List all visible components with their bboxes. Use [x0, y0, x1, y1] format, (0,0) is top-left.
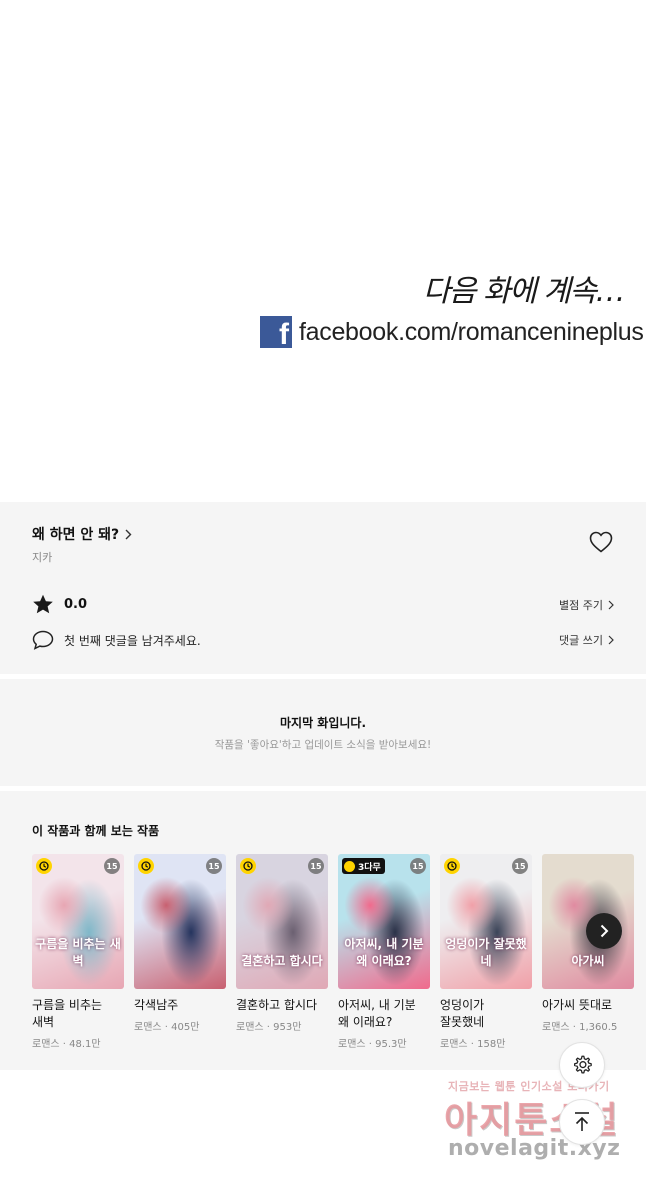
write-comment-label: 댓글 쓰기 — [559, 634, 603, 647]
cover-title-logo: 아가씨 — [571, 954, 605, 968]
write-comment-button[interactable]: 댓글 쓰기 — [559, 632, 614, 648]
recommendation-card[interactable]: 15 엉덩이가 잘못했네 엉덩이가 잘못했네 로맨스 · 158만 — [440, 854, 532, 1050]
series-title-link[interactable]: 왜 하면 안 돼? — [32, 524, 132, 544]
cover-thumbnail: 3다무 15 아저씨, 내 기분 왜 이래요? — [338, 854, 430, 989]
clock-icon — [444, 858, 460, 874]
card-title: 엉덩이가 잘못했네 — [440, 998, 485, 1029]
card-meta: 로맨스 · 95.3만 — [338, 1039, 407, 1050]
card-meta: 로맨스 · 953만 — [236, 1022, 302, 1033]
last-episode-subtitle: 작품을 '좋아요'하고 업데이트 소식을 받아보세요! — [214, 739, 432, 751]
card-title: 아저씨, 내 기분 왜 이래요? — [338, 998, 416, 1029]
comic-end-panel: 다음 화에 계속… f facebook.com/romancenineplus — [0, 0, 646, 502]
cover-thumbnail: 15 엉덩이가 잘못했네 — [440, 854, 532, 989]
clock-icon — [36, 858, 52, 874]
recommendations-section: 이 작품과 함께 보는 작품 15 구름을 비추는 새벽 구름을 비추는 새벽 로맨스… — [0, 791, 646, 1070]
star-icon — [33, 594, 53, 614]
cover-title-logo: 결혼하고 합시다 — [241, 954, 323, 968]
comment-prompt: 첫 번째 댓글을 남겨주세요. — [64, 633, 201, 648]
cover-title-logo: 아저씨, 내 기분 왜 이래요? — [344, 937, 424, 968]
recommendation-card[interactable]: 15 구름을 비추는 새벽 구름을 비추는 새벽 로맨스 · 48.1만 — [32, 854, 124, 1050]
cover-thumbnail: 15 — [134, 854, 226, 989]
card-meta: 로맨스 · 405만 — [134, 1022, 200, 1033]
age-rating-badge: 15 — [512, 858, 528, 874]
card-title: 결혼하고 합시다 — [236, 998, 318, 1012]
age-rating-badge: 15 — [410, 858, 426, 874]
clock-icon — [138, 858, 154, 874]
wait-free-badge: 3다무 — [342, 858, 385, 874]
last-episode-section: 마지막 화입니다. 작품을 '좋아요'하고 업데이트 소식을 받아보세요! — [0, 679, 646, 786]
gear-icon — [574, 1055, 592, 1074]
chevron-right-icon — [608, 635, 614, 645]
card-title: 아가씨 뜻대로 — [542, 998, 613, 1012]
chevron-right-icon — [600, 924, 609, 938]
facebook-link: f facebook.com/romancenineplus — [260, 316, 644, 350]
rating-row: 0.0 별점 주기 — [32, 594, 614, 615]
cover-title-logo: 엉덩이가 잘못했네 — [445, 937, 527, 968]
card-meta: 로맨스 · 1,360.5 — [542, 1022, 618, 1033]
cover-thumbnail: 15 결혼하고 합시다 — [236, 854, 328, 989]
watermark: 지금보는 웹툰 인기소설 보러가기 아지툰소설 novelagit.xyz — [430, 1078, 640, 1178]
scroll-top-button[interactable] — [559, 1099, 605, 1145]
card-meta: 로맨스 · 48.1만 — [32, 1039, 101, 1050]
series-info-section: 왜 하면 안 돼? 지카 0.0 별점 주기 첫 번째 댓글을 남겨주세요. 댓… — [0, 502, 646, 674]
facebook-icon: f — [260, 316, 292, 350]
chevron-right-icon — [608, 600, 614, 609]
rate-button-label: 별점 주기 — [559, 598, 603, 612]
recommendation-card[interactable]: 아가씨아가씨 뜻대로로맨스 · 1,360.5 — [542, 854, 634, 1033]
age-rating-badge: 15 — [104, 858, 120, 874]
cover-thumbnail: 15 구름을 비추는 새벽 — [32, 854, 124, 989]
recommendations-carousel: 15 구름을 비추는 새벽 구름을 비추는 새벽 로맨스 · 48.1만 15 각색남주 로… — [32, 854, 646, 1064]
rating-value: 0.0 — [64, 597, 88, 612]
last-episode-title: 마지막 화입니다. — [279, 716, 367, 730]
facebook-url: facebook.com/romancenineplus — [299, 317, 644, 346]
settings-button[interactable] — [559, 1042, 605, 1088]
carousel-next-button[interactable] — [586, 913, 622, 949]
series-author: 지카 — [32, 551, 53, 564]
like-heart-icon[interactable] — [589, 531, 613, 553]
chevron-right-icon — [125, 529, 132, 539]
arrow-up-icon — [575, 1112, 589, 1131]
wait-free-badge-label: 3다무 — [358, 862, 381, 873]
recommendation-card[interactable]: 15 각색남주로맨스 · 405만 — [134, 854, 226, 1033]
rate-button[interactable]: 별점 주기 — [559, 597, 614, 613]
series-title: 왜 하면 안 돼? — [32, 527, 120, 543]
recommendations-heading: 이 작품과 함께 보는 작품 — [32, 824, 160, 838]
clock-icon — [344, 860, 355, 872]
comment-row: 첫 번째 댓글을 남겨주세요. 댓글 쓰기 — [32, 630, 614, 650]
card-title: 구름을 비추는 새벽 — [32, 998, 103, 1029]
card-title: 각색남주 — [134, 998, 179, 1012]
clock-icon — [240, 858, 256, 874]
age-rating-badge: 15 — [206, 858, 222, 874]
recommendation-card[interactable]: 15 결혼하고 합시다 결혼하고 합시다 로맨스 · 953만 — [236, 854, 328, 1033]
to-be-continued-text: 다음 화에 계속… — [422, 274, 626, 309]
card-meta: 로맨스 · 158만 — [440, 1039, 506, 1050]
recommendation-card[interactable]: 3다무 15 아저씨, 내 기분 왜 이래요? 아저씨, 내 기분 왜 이래요? 로맨스… — [338, 854, 430, 1050]
cover-title-logo: 구름을 비추는 새벽 — [35, 937, 121, 968]
speech-bubble-icon — [32, 630, 54, 650]
age-rating-badge: 15 — [308, 858, 324, 874]
